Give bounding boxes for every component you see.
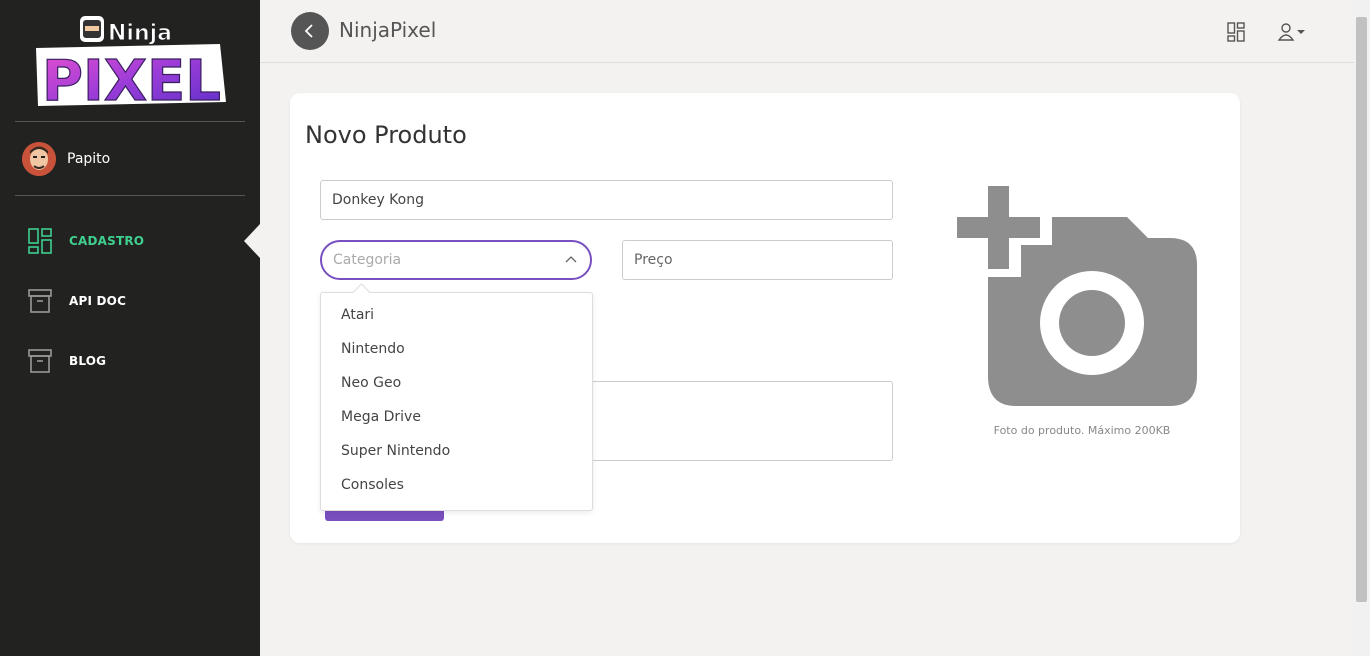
sidebar: Ninja PIXEL Papito CADASTRO API DOC BLOG <box>0 0 260 656</box>
svg-text:Ninja: Ninja <box>108 21 172 46</box>
dropdown-option[interactable]: Neo Geo <box>341 375 401 391</box>
photo-caption: Foto do produto. Máximo 200KB <box>993 424 1171 437</box>
ninja-pixel-logo[interactable]: Ninja PIXEL <box>30 12 230 110</box>
back-button[interactable] <box>291 12 329 50</box>
app-title: NinjaPixel <box>339 18 437 42</box>
scrollbar-thumb[interactable] <box>1356 17 1367 602</box>
sidebar-divider <box>15 195 245 196</box>
sidebar-item-api-doc[interactable]: API DOC <box>28 287 126 315</box>
avatar <box>22 142 56 176</box>
archive-icon <box>28 349 52 373</box>
sidebar-divider <box>15 121 245 122</box>
archive-icon <box>28 289 52 313</box>
page-title: Novo Produto <box>305 121 467 149</box>
user-menu-icon[interactable] <box>1277 22 1313 42</box>
sidebar-item-blog[interactable]: BLOG <box>28 347 106 375</box>
grid-icon[interactable] <box>1227 22 1245 42</box>
add-photo-icon[interactable] <box>957 186 1197 408</box>
dashboard-icon <box>28 228 52 254</box>
chevron-up-icon <box>565 256 577 263</box>
dropdown-option[interactable]: Nintendo <box>341 341 405 357</box>
sidebar-item-cadastro[interactable]: CADASTRO <box>28 227 144 255</box>
user-name: Papito <box>67 151 111 167</box>
top-bar: NinjaPixel <box>260 0 1354 63</box>
sidebar-item-label: BLOG <box>69 354 107 368</box>
sidebar-item-label: CADASTRO <box>69 234 145 248</box>
active-nav-indicator <box>244 224 260 258</box>
chevron-left-icon <box>304 24 313 38</box>
category-dropdown: Atari Nintendo Neo Geo Mega Drive Super … <box>320 283 593 511</box>
dropdown-option[interactable]: Consoles <box>341 477 404 493</box>
dropdown-option[interactable]: Atari <box>341 307 374 323</box>
user-profile[interactable]: Papito <box>22 142 110 176</box>
sidebar-item-label: API DOC <box>69 294 127 308</box>
category-placeholder: Categoria <box>333 252 402 268</box>
product-name-input[interactable]: Donkey Kong <box>320 180 893 220</box>
category-select[interactable]: Categoria <box>320 240 592 280</box>
svg-text:PIXEL: PIXEL <box>42 49 221 110</box>
dropdown-option[interactable]: Mega Drive <box>341 409 421 425</box>
dropdown-option[interactable]: Super Nintendo <box>341 443 450 459</box>
price-input[interactable]: Preço <box>622 240 893 280</box>
